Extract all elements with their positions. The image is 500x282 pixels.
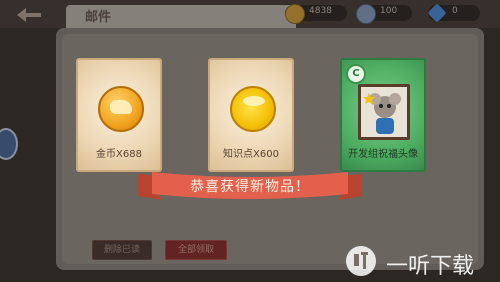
watermark-logo bbox=[346, 246, 376, 276]
reward-label: 开发组祝福头像 bbox=[348, 149, 418, 160]
reward-card-gold: 金币X688 bbox=[76, 58, 162, 172]
knowledge-point-icon bbox=[230, 86, 276, 132]
gold-coin-icon bbox=[98, 86, 144, 132]
congrats-text: 恭喜获得新物品！ bbox=[190, 179, 310, 195]
rarity-badge: C bbox=[346, 64, 366, 84]
reward-label: 知识点X600 bbox=[223, 149, 279, 160]
reward-label: 金币X688 bbox=[96, 149, 142, 160]
avatar-portrait-icon bbox=[358, 84, 410, 140]
reward-card-knowledge: 知识点X600 bbox=[208, 58, 294, 172]
watermark-text: 一听下载 bbox=[386, 254, 475, 279]
reward-card-avatar: C 开发组祝福头像 bbox=[340, 58, 426, 172]
